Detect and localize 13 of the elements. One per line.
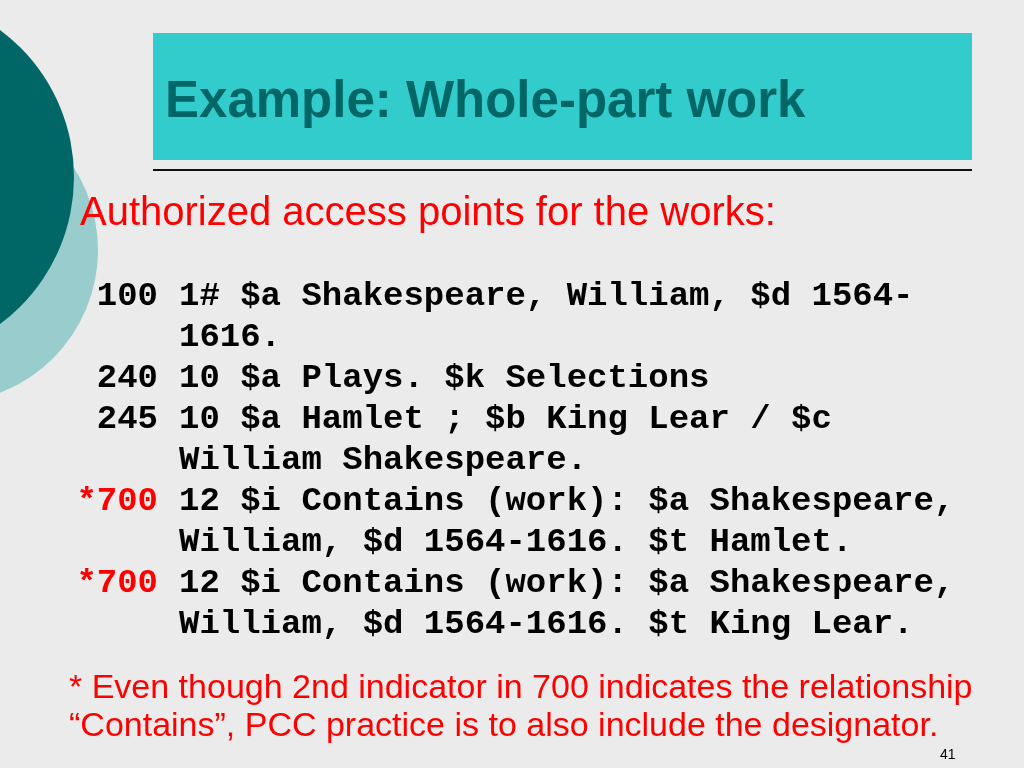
page-number: 41 — [940, 746, 956, 762]
field-tag: *700 — [76, 563, 158, 604]
field-content: 10 $a Plays. $k Selections — [179, 358, 710, 399]
field-content: 1# $a Shakespeare, William, $d 1564- 1616. — [179, 276, 914, 358]
field-content: 10 $a Hamlet ; $b King Lear / $c William Shakespeare. — [179, 399, 832, 481]
field-tag: 100 — [76, 276, 158, 317]
field-content: 12 $i Contains (work): $a Shakespeare, William, $d 1564-1616. $t King Lear. — [179, 563, 955, 645]
field-tag: *700 — [76, 481, 158, 522]
field-content: 12 $i Contains (work): $a Shakespeare, William, $d 1564-1616. $t Hamlet. — [179, 481, 955, 563]
field-tag: 245 — [76, 399, 158, 440]
field-tag: 240 — [76, 358, 158, 399]
section-heading: Authorized access points for the works: — [80, 188, 776, 234]
footnote: * Even though 2nd indicator in 700 indicates the relationship “Contains”, PCC practice is to also include the designator. — [69, 667, 974, 743]
